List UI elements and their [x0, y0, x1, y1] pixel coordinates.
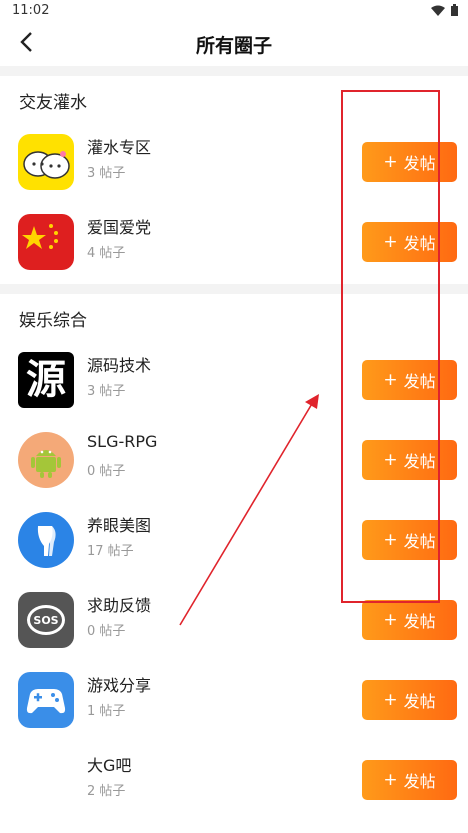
- item-count: 1 帖子: [87, 704, 126, 719]
- plus-icon: +: [383, 610, 398, 630]
- sos-bubble-icon: SOS: [18, 592, 74, 648]
- item-count: 4 帖子: [87, 246, 126, 261]
- plus-icon: +: [383, 450, 398, 470]
- list-item[interactable]: 爱国爱党 4 帖子 + 发帖: [0, 204, 468, 284]
- post-button[interactable]: + 发帖: [362, 440, 457, 480]
- post-button[interactable]: + 发帖: [362, 680, 457, 720]
- item-name: 大G吧: [87, 756, 132, 775]
- item-count: 2 帖子: [87, 784, 126, 799]
- list-item[interactable]: 灌水专区 3 帖子 + 发帖: [0, 124, 468, 204]
- status-bar: 11:02: [0, 0, 468, 22]
- section-divider: [0, 66, 468, 76]
- list-item[interactable]: 游戏分享 1 帖子 + 发帖: [0, 662, 468, 742]
- wifi-icon: [431, 5, 445, 16]
- list-item[interactable]: SOS 求助反馈 0 帖子 + 发帖: [0, 582, 468, 662]
- plus-icon: +: [383, 152, 398, 172]
- post-button[interactable]: + 发帖: [362, 600, 457, 640]
- section-divider: [0, 284, 468, 294]
- item-name: 灌水专区: [87, 138, 152, 157]
- item-count: 0 帖子: [87, 624, 126, 639]
- page-title: 所有圈子: [195, 35, 272, 57]
- android-robot-icon: [18, 432, 74, 488]
- status-time: 11:02: [12, 3, 50, 18]
- list-item[interactable]: 养眼美图 17 帖子 + 发帖: [0, 502, 468, 582]
- list-item[interactable]: 大G吧 2 帖子 + 发帖: [0, 742, 468, 822]
- battery-icon: [451, 4, 458, 16]
- item-count: 3 帖子: [87, 384, 126, 399]
- section-title-yule: 娱乐综合: [19, 310, 87, 331]
- item-count: 17 帖子: [87, 544, 134, 559]
- status-icons: [431, 4, 458, 16]
- leg-icon: [18, 512, 74, 568]
- item-name: 求助反馈: [87, 596, 152, 615]
- post-button[interactable]: + 发帖: [362, 760, 457, 800]
- plus-icon: +: [383, 690, 398, 710]
- post-button[interactable]: + 发帖: [362, 520, 457, 560]
- blank-icon: [18, 752, 74, 808]
- post-button[interactable]: + 发帖: [362, 142, 457, 182]
- plus-icon: +: [383, 370, 398, 390]
- item-name: 游戏分享: [87, 676, 152, 695]
- item-name: 爱国爱党: [87, 218, 152, 237]
- plus-icon: +: [383, 232, 398, 252]
- list-item[interactable]: SLG-RPG 0 帖子 + 发帖: [0, 422, 468, 502]
- plus-icon: +: [383, 530, 398, 550]
- item-count: 3 帖子: [87, 166, 126, 181]
- china-flag-icon: [18, 214, 74, 270]
- gamepad-icon: [18, 672, 74, 728]
- post-button[interactable]: + 发帖: [362, 222, 457, 262]
- section-title-jiaoyou: 交友灌水: [19, 92, 87, 113]
- top-bar: 所有圈子: [0, 22, 468, 66]
- plus-icon: +: [383, 770, 398, 790]
- item-name: 源码技术: [87, 356, 152, 375]
- item-name: 养眼美图: [87, 516, 152, 535]
- item-count: 0 帖子: [87, 464, 126, 479]
- item-name: SLG-RPG: [87, 432, 158, 451]
- yuan-character-icon: 源: [18, 352, 74, 408]
- chat-bubbles-icon: [18, 134, 74, 190]
- list-item[interactable]: 源 源码技术 3 帖子 + 发帖: [0, 342, 468, 422]
- post-button[interactable]: + 发帖: [362, 360, 457, 400]
